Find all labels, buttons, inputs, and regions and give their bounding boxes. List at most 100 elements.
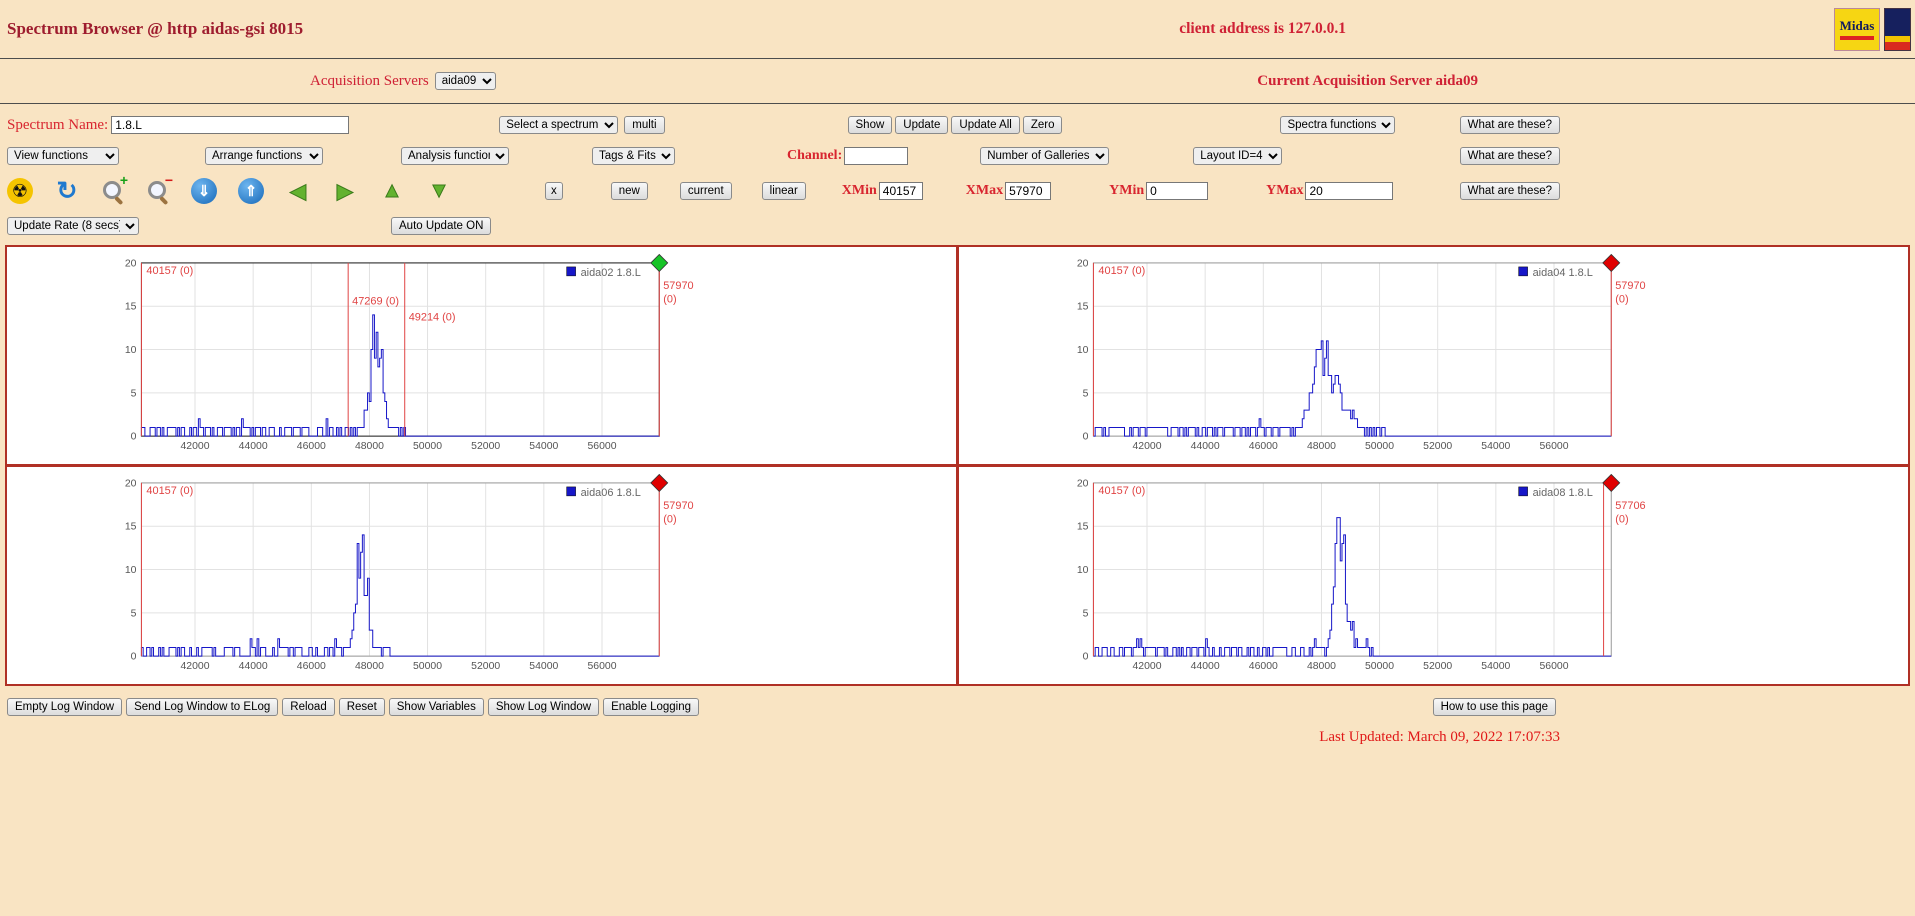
y-tick-label: 0 bbox=[1083, 432, 1089, 443]
linear-button[interactable]: linear bbox=[762, 182, 806, 200]
layout-id-dropdown[interactable]: Layout ID=4 bbox=[1193, 147, 1282, 165]
update-button[interactable]: Update bbox=[895, 116, 948, 134]
show-variables-button[interactable]: Show Variables bbox=[389, 698, 484, 716]
x-tick-label: 48000 bbox=[355, 441, 384, 452]
xmax-input[interactable] bbox=[1005, 182, 1051, 200]
ymax-input[interactable] bbox=[1305, 182, 1393, 200]
what-are-these-button-2[interactable]: What are these? bbox=[1460, 147, 1560, 165]
acquisition-server-select[interactable]: aida09 bbox=[435, 72, 496, 90]
send-log-window-to-elog-button[interactable]: Send Log Window to ELog bbox=[126, 698, 278, 716]
xmin-annotation: 40157 (0) bbox=[1098, 265, 1145, 277]
toolbar-row: ☢ ↻ + − ⇓ ⇑ ◀ ▶ ▲ ▼ x new current linear… bbox=[0, 174, 1915, 208]
toolbar-icons: ☢ ↻ + − ⇓ ⇑ ◀ ▶ ▲ ▼ bbox=[7, 178, 452, 204]
auto-update-button[interactable]: Auto Update ON bbox=[391, 217, 491, 235]
midas-logo-text: Midas bbox=[1840, 18, 1875, 34]
analysis-functions-dropdown[interactable]: Analysis functions bbox=[401, 147, 509, 165]
x-tick-label: 54000 bbox=[1481, 441, 1510, 452]
xmin-input[interactable] bbox=[879, 182, 923, 200]
spectra-functions-dropdown[interactable]: Spectra functions bbox=[1280, 116, 1395, 134]
x-tick-label: 52000 bbox=[1423, 441, 1452, 452]
refresh-icon[interactable]: ↻ bbox=[54, 178, 80, 204]
acquisition-servers-label: Acquisition Servers bbox=[310, 73, 429, 90]
divider bbox=[0, 103, 1915, 104]
x-axis-button[interactable]: x bbox=[545, 182, 563, 200]
y-tick-label: 5 bbox=[1083, 388, 1089, 399]
chart-panel-aida02[interactable]: 4200044000460004800050000520005400056000… bbox=[6, 246, 957, 465]
x-tick-label: 56000 bbox=[587, 441, 616, 452]
tags-fits-dropdown[interactable]: Tags & Fits bbox=[592, 147, 675, 165]
client-address: client address is 127.0.0.1 bbox=[1179, 20, 1346, 38]
new-button[interactable]: new bbox=[611, 182, 648, 200]
x-tick-label: 42000 bbox=[1132, 441, 1161, 452]
scroll-up-icon[interactable]: ⇑ bbox=[238, 178, 264, 204]
xmin-annotation: 40157 (0) bbox=[1098, 485, 1145, 497]
reset-button[interactable]: Reset bbox=[339, 698, 385, 716]
legend-label: aida06 1.8.L bbox=[581, 487, 641, 499]
ymin-input[interactable] bbox=[1146, 182, 1208, 200]
status-diamond[interactable] bbox=[1603, 254, 1620, 271]
select-spectrum-dropdown[interactable]: Select a spectrum bbox=[499, 116, 618, 134]
ymax-label: YMax bbox=[1266, 183, 1303, 199]
pan-up-icon[interactable]: ▲ bbox=[379, 178, 405, 204]
chart-panel-aida08[interactable]: 4200044000460004800050000520005400056000… bbox=[958, 466, 1909, 685]
channel-input[interactable] bbox=[844, 147, 908, 165]
x-tick-label: 42000 bbox=[180, 661, 209, 672]
x-tick-label: 46000 bbox=[1249, 661, 1278, 672]
chart-panel-aida04[interactable]: 4200044000460004800050000520005400056000… bbox=[958, 246, 1909, 465]
what-are-these-button-3[interactable]: What are these? bbox=[1460, 182, 1560, 200]
show-button[interactable]: Show bbox=[848, 116, 893, 134]
x-tick-label: 54000 bbox=[1481, 661, 1510, 672]
y-tick-label: 20 bbox=[1077, 258, 1089, 269]
number-of-galleries-dropdown[interactable]: Number of Galleries bbox=[980, 147, 1109, 165]
y-tick-label: 10 bbox=[1077, 565, 1089, 576]
pan-down-icon[interactable]: ▼ bbox=[426, 178, 452, 204]
how-to-use-button[interactable]: How to use this page bbox=[1433, 698, 1556, 716]
current-button[interactable]: current bbox=[680, 182, 732, 200]
empty-log-window-button[interactable]: Empty Log Window bbox=[7, 698, 122, 716]
y-tick-label: 20 bbox=[125, 478, 137, 489]
zoom-in-icon[interactable]: + bbox=[101, 179, 125, 203]
spectrum-plot: 4200044000460004800050000520005400056000… bbox=[7, 247, 956, 464]
zoom-out-icon[interactable]: − bbox=[146, 179, 170, 203]
pan-right-icon[interactable]: ▶ bbox=[332, 178, 358, 204]
last-updated-text: Last Updated: March 09, 2022 17:07:33 bbox=[0, 729, 1915, 746]
x-tick-label: 42000 bbox=[180, 441, 209, 452]
xmin-annotation: 40157 (0) bbox=[146, 485, 193, 497]
status-diamond[interactable] bbox=[651, 474, 668, 491]
x-tick-label: 52000 bbox=[1423, 661, 1452, 672]
show-log-window-button[interactable]: Show Log Window bbox=[488, 698, 599, 716]
zero-button[interactable]: Zero bbox=[1023, 116, 1063, 134]
x-tick-label: 48000 bbox=[355, 661, 384, 672]
spectrum-gallery: 4200044000460004800050000520005400056000… bbox=[5, 245, 1910, 686]
scroll-down-icon[interactable]: ⇓ bbox=[191, 178, 217, 204]
legend-swatch bbox=[567, 487, 576, 496]
x-tick-label: 50000 bbox=[413, 661, 442, 672]
xmax-annotation: (0) bbox=[1615, 514, 1628, 526]
facility-logo bbox=[1884, 8, 1911, 51]
legend-label: aida04 1.8.L bbox=[1533, 267, 1593, 279]
radiation-icon[interactable]: ☢ bbox=[7, 178, 33, 204]
update-rate-dropdown[interactable]: Update Rate (8 secs) bbox=[7, 217, 139, 235]
status-diamond[interactable] bbox=[651, 254, 668, 271]
update-all-button[interactable]: Update All bbox=[951, 116, 1019, 134]
histogram-trace bbox=[1093, 518, 1611, 657]
cursor-marker-label: 49214 (0) bbox=[409, 312, 456, 324]
y-tick-label: 10 bbox=[1077, 345, 1089, 356]
multi-button[interactable]: multi bbox=[624, 116, 664, 134]
update-row: Update Rate (8 secs) Auto Update ON bbox=[0, 214, 1915, 238]
y-tick-label: 0 bbox=[131, 652, 137, 663]
footer-buttons-row: Empty Log Window Send Log Window to ELog… bbox=[0, 695, 1915, 719]
x-tick-label: 50000 bbox=[413, 441, 442, 452]
spectrum-name-input[interactable] bbox=[111, 116, 349, 134]
arrange-functions-dropdown[interactable]: Arrange functions bbox=[205, 147, 323, 165]
y-tick-label: 0 bbox=[1083, 652, 1089, 663]
reload-button[interactable]: Reload bbox=[282, 698, 334, 716]
view-functions-dropdown[interactable]: View functions bbox=[7, 147, 119, 165]
pan-left-icon[interactable]: ◀ bbox=[285, 178, 311, 204]
x-tick-label: 54000 bbox=[529, 661, 558, 672]
status-diamond[interactable] bbox=[1603, 474, 1620, 491]
histogram-trace bbox=[141, 535, 659, 656]
chart-panel-aida06[interactable]: 4200044000460004800050000520005400056000… bbox=[6, 466, 957, 685]
what-are-these-button-1[interactable]: What are these? bbox=[1460, 116, 1560, 134]
enable-logging-button[interactable]: Enable Logging bbox=[603, 698, 699, 716]
